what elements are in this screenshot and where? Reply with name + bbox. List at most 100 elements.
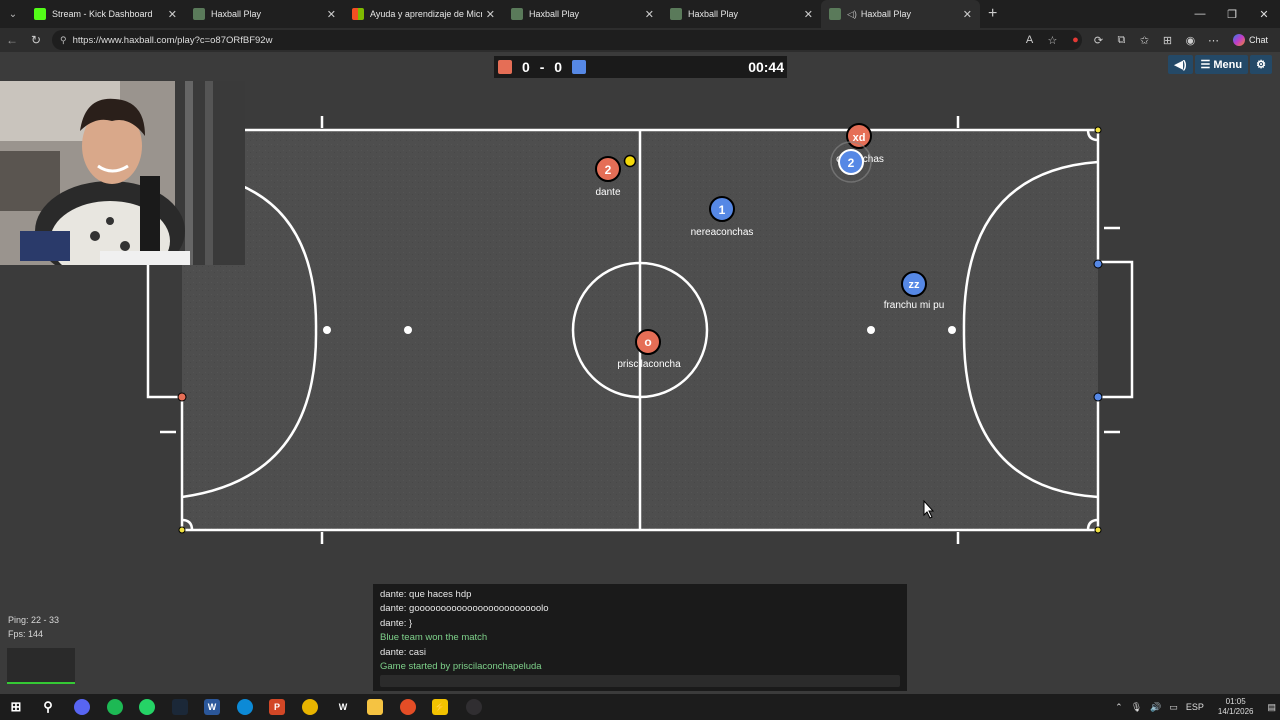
browser-icon[interactable] <box>400 699 416 715</box>
match-timer: 00:44 <box>748 59 784 75</box>
favorites-icon[interactable]: ✩ <box>1135 34 1154 47</box>
sound-toggle-button[interactable]: ◀) <box>1168 55 1193 74</box>
network-icon[interactable]: ▭ <box>1169 702 1178 713</box>
powerpoint-icon[interactable]: P <box>269 699 285 715</box>
microsoft-icon <box>352 8 364 20</box>
wish-icon[interactable]: W <box>335 699 351 715</box>
windows-start-icon[interactable]: ⊞ <box>8 699 24 715</box>
tab-list-button[interactable]: ⌄ <box>0 0 26 28</box>
profile-avatar[interactable]: ◉ <box>1181 34 1200 47</box>
player-avatar: 2 <box>848 156 855 170</box>
chrome-icon[interactable] <box>302 699 318 715</box>
close-icon[interactable]: ✕ <box>645 8 654 21</box>
chat-system-message: Game started by priscilaconchapeluda <box>380 661 542 673</box>
tab-3[interactable]: Haxball Play ✕ <box>503 0 662 28</box>
extension-icon[interactable]: ● <box>1066 34 1085 46</box>
minimize-button[interactable]: — <box>1184 0 1216 28</box>
split-screen-icon[interactable]: ⧉ <box>1112 34 1131 47</box>
player-avatar: o <box>644 335 651 349</box>
close-icon[interactable]: ✕ <box>486 8 495 21</box>
url-field[interactable]: ⚲ https://www.haxball.com/play?c=o87ORfB… <box>52 30 1082 50</box>
player-name: dante <box>595 187 620 198</box>
hamburger-icon: ☰ <box>1200 59 1211 71</box>
player-name: nereaconchas <box>691 227 754 238</box>
game-menu: ◀) ☰ Menu ⚙ <box>1168 55 1272 74</box>
clock-time: 01:05 <box>1225 697 1246 706</box>
steam-icon[interactable] <box>172 699 188 715</box>
chevron-up-icon[interactable]: ⌃ <box>1115 702 1123 713</box>
tab-4[interactable]: Haxball Play ✕ <box>662 0 821 28</box>
close-icon[interactable]: ✕ <box>168 8 177 21</box>
translate-icon[interactable]: A <box>1020 34 1039 46</box>
obs-icon[interactable] <box>466 699 482 715</box>
player-name: franchu mi pu <box>884 300 945 311</box>
haxball-icon <box>670 8 682 20</box>
reload-button[interactable]: ↻ <box>24 33 48 47</box>
bolt-app-icon[interactable]: ⚡ <box>432 699 448 715</box>
discord-icon[interactable] <box>74 699 90 715</box>
menu-label: Menu <box>1213 58 1243 71</box>
refresh-extension-icon[interactable]: ⟳ <box>1089 34 1108 47</box>
ping-graph <box>7 648 75 684</box>
menu-button[interactable]: ☰ Menu <box>1194 55 1249 74</box>
tab-2[interactable]: Ayuda y aprendizaje de Microsoft ✕ <box>344 0 503 28</box>
webcam-overlay <box>0 81 245 265</box>
ping-readout: Ping: 22 - 33 <box>8 615 60 625</box>
volume-icon[interactable]: 🔊 <box>1150 702 1161 713</box>
back-button[interactable]: ← <box>0 33 24 47</box>
window-close-button[interactable]: ✕ <box>1248 0 1280 28</box>
maximize-button[interactable]: ❐ <box>1216 0 1248 28</box>
speaker-icon[interactable]: ◁) <box>847 9 857 20</box>
word-icon[interactable]: W <box>204 699 220 715</box>
tab-title: Haxball Play <box>211 9 262 19</box>
copilot-chat-button[interactable]: Chat <box>1227 34 1274 46</box>
edge-icon[interactable] <box>237 699 253 715</box>
chat-message: dante: casi <box>380 646 426 658</box>
settings-button[interactable]: ⚙ <box>1250 55 1272 74</box>
player-avatar: zz <box>909 279 921 291</box>
spotify-icon[interactable] <box>107 699 123 715</box>
tab-title: Stream - Kick Dashboard <box>52 9 153 19</box>
clock[interactable]: 01:05 14/1/2026 <box>1218 697 1254 717</box>
red-score: 0 <box>522 59 530 75</box>
notification-icon[interactable]: ▤ <box>1267 702 1276 713</box>
blue-goal-post <box>1093 392 1103 402</box>
tab-1[interactable]: Haxball Play ✕ <box>185 0 344 28</box>
gear-icon: ⚙ <box>1256 59 1266 71</box>
close-icon[interactable]: ✕ <box>327 8 336 21</box>
language-indicator[interactable]: ESP <box>1186 702 1204 712</box>
chat-message: dante: que haces hdp <box>380 589 472 600</box>
new-tab-button[interactable]: + <box>988 5 997 23</box>
chat-input[interactable] <box>380 675 900 687</box>
player-name: priscilaconcha <box>617 359 681 370</box>
score-display: 0 - 0 <box>522 59 562 75</box>
corner-post <box>1094 126 1102 134</box>
search-icon[interactable]: ⚲ <box>40 699 56 715</box>
tab-title: Haxball Play <box>860 9 911 19</box>
game-viewport[interactable]: 2 dante 1 nereaconchas xd chconchas 2 zz… <box>0 52 1280 694</box>
close-icon[interactable]: ✕ <box>804 8 813 21</box>
tab-0[interactable]: Stream - Kick Dashboard ✕ <box>26 0 185 28</box>
chat-label: Chat <box>1248 35 1268 45</box>
file-explorer-icon[interactable] <box>367 699 383 715</box>
close-icon[interactable]: ✕ <box>963 8 972 21</box>
chat-panel: dante: que haces hdp dante: gooooooooooo… <box>373 584 907 691</box>
collections-icon[interactable]: ⊞ <box>1158 34 1177 47</box>
site-info-icon[interactable]: ⚲ <box>60 35 67 46</box>
taskbar: ⊞ ⚲ W P W ⚡ ⌃ 🎙 🔊 ▭ ESP 01:05 14/1/2026 … <box>0 694 1280 720</box>
copilot-icon <box>1232 34 1245 46</box>
kick-icon <box>34 8 46 20</box>
red-goal-post <box>177 392 187 402</box>
blue-team-indicator <box>572 60 587 74</box>
blue-score: 0 <box>554 59 563 75</box>
whatsapp-icon[interactable] <box>139 699 155 715</box>
url-text: https://www.haxball.com/play?c=o87ORfBF9… <box>72 34 273 46</box>
tab-5[interactable]: ◁) Haxball Play ✕ <box>821 0 980 28</box>
favorite-star-icon[interactable]: ☆ <box>1043 34 1062 47</box>
scoreboard: 0 - 0 00:44 <box>494 56 787 78</box>
microphone-icon[interactable]: 🎙 <box>1131 702 1142 713</box>
ball <box>623 154 637 168</box>
haxball-icon <box>511 8 523 20</box>
more-menu-icon[interactable]: ⋯ <box>1204 34 1223 47</box>
haxball-icon <box>829 8 841 20</box>
